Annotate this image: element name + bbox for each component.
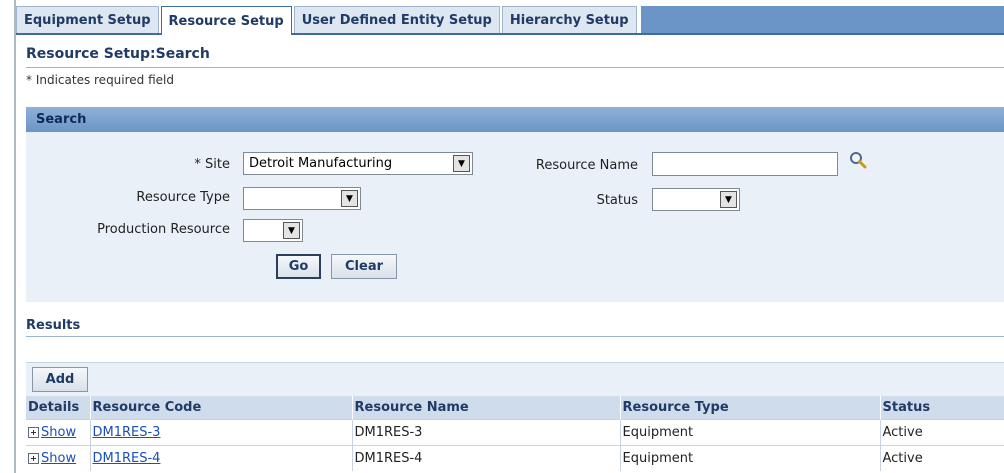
table-row: Show DM1RES-4 DM1RES-4 Equipment Active: [26, 444, 1004, 471]
tab-user-defined-entity-setup[interactable]: User Defined Entity Setup: [293, 6, 500, 33]
site-select-value: Detroit Manufacturing: [249, 156, 393, 171]
status-label: Status: [596, 193, 638, 208]
production-resource-select[interactable]: ▼: [243, 219, 303, 242]
resource-type-label: Resource Type: [136, 190, 230, 205]
chevron-down-icon[interactable]: ▼: [283, 222, 300, 239]
table-row: Show DM1RES-3 DM1RES-3 Equipment Active: [26, 418, 1004, 445]
tab-bar: Equipment Setup Resource Setup User Defi…: [16, 6, 1004, 35]
resource-code-link[interactable]: DM1RES-3: [93, 425, 161, 440]
resource-name-cell: DM1RES-3: [352, 418, 621, 445]
left-border: [14, 0, 16, 473]
site-label: * Site: [194, 157, 230, 172]
results-title: Results: [26, 318, 81, 333]
chevron-down-icon[interactable]: ▼: [453, 155, 470, 172]
plus-icon[interactable]: [28, 452, 39, 464]
results-divider: [26, 336, 1004, 337]
search-icon[interactable]: [848, 150, 868, 170]
results-toolbar: Add: [26, 362, 1004, 396]
resource-code-cell: DM1RES-3: [90, 418, 353, 445]
page-title: Resource Setup:Search: [26, 46, 210, 62]
details-cell: Show: [26, 418, 91, 445]
add-button[interactable]: Add: [32, 367, 88, 392]
resource-name-input[interactable]: [652, 152, 838, 176]
resource-code-cell: DM1RES-4: [90, 444, 353, 471]
search-section-header: Search: [26, 107, 1004, 132]
resource-type-select[interactable]: ▼: [243, 187, 361, 210]
column-header-details: Details: [26, 396, 91, 419]
go-button[interactable]: Go: [276, 254, 321, 279]
results-table: Details Resource Code Resource Name Reso…: [26, 396, 1004, 471]
plus-icon[interactable]: [28, 426, 39, 438]
results-header-row: Details Resource Code Resource Name Reso…: [26, 396, 1004, 419]
tab-equipment-setup[interactable]: Equipment Setup: [16, 6, 159, 33]
details-cell: Show: [26, 444, 91, 471]
site-select[interactable]: Detroit Manufacturing ▼: [243, 152, 473, 175]
search-section-title: Search: [36, 112, 87, 127]
tab-bar-filler: [640, 6, 1004, 33]
column-header-resource-type[interactable]: Resource Type: [620, 396, 881, 419]
resource-type-cell: Equipment: [620, 444, 881, 471]
clear-button[interactable]: Clear: [331, 254, 397, 279]
title-divider: [26, 67, 1004, 68]
tab-resource-setup[interactable]: Resource Setup: [160, 6, 292, 35]
required-field-note: * Indicates required field: [26, 73, 175, 87]
column-header-status[interactable]: Status: [880, 396, 1004, 419]
resource-type-cell: Equipment: [620, 418, 881, 445]
status-cell: Active: [880, 418, 1004, 445]
production-resource-label: Production Resource: [97, 222, 230, 237]
status-cell: Active: [880, 444, 1004, 471]
tab-hierarchy-setup[interactable]: Hierarchy Setup: [501, 6, 637, 33]
show-details-link[interactable]: Show: [41, 425, 76, 440]
resource-code-link[interactable]: DM1RES-4: [93, 451, 161, 466]
resource-name-label: Resource Name: [535, 158, 638, 173]
status-select[interactable]: ▼: [652, 188, 740, 211]
show-details-link[interactable]: Show: [41, 451, 76, 466]
column-header-resource-code[interactable]: Resource Code: [90, 396, 353, 419]
chevron-down-icon[interactable]: ▼: [341, 190, 358, 207]
chevron-down-icon[interactable]: ▼: [720, 191, 737, 208]
column-header-resource-name[interactable]: Resource Name: [352, 396, 621, 419]
resource-name-cell: DM1RES-4: [352, 444, 621, 471]
